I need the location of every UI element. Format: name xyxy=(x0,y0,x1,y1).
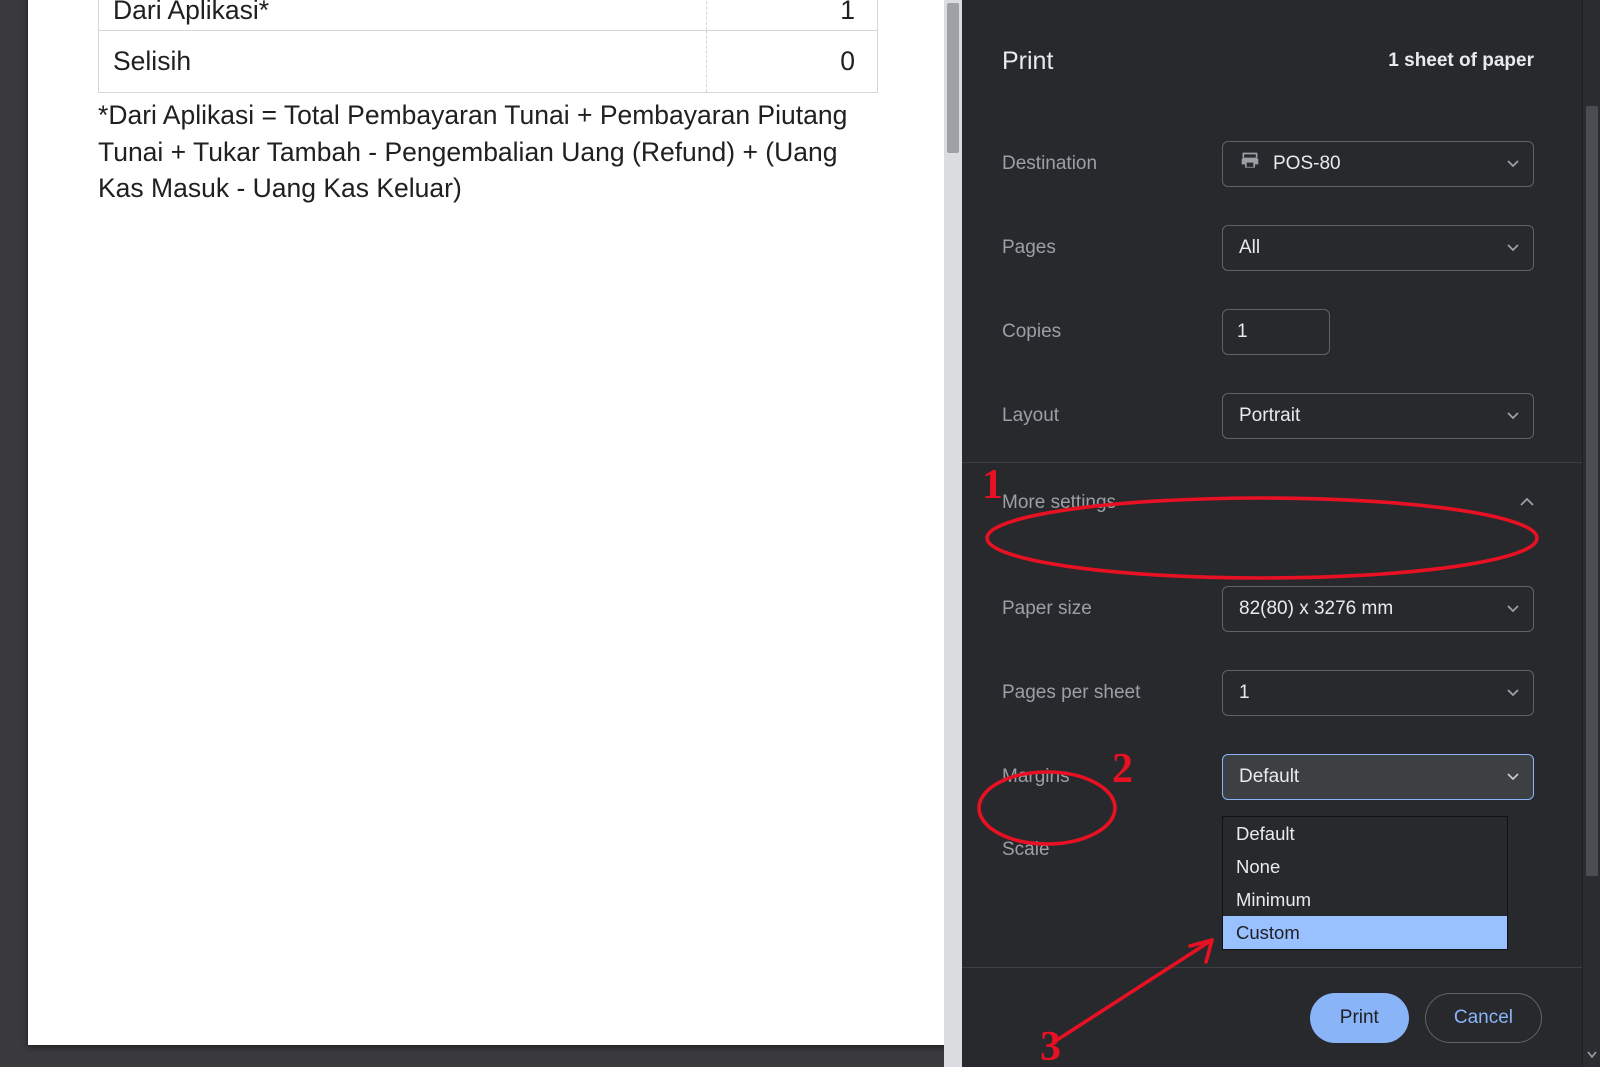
scroll-down-arrow-icon[interactable] xyxy=(1587,1047,1597,1065)
cancel-button[interactable]: Cancel xyxy=(1425,993,1542,1043)
caret-down-icon xyxy=(1507,160,1519,168)
pages-select[interactable]: All xyxy=(1222,225,1534,271)
table-row: Dari Aplikasi* 1 xyxy=(99,0,877,31)
row-pages-per-sheet: Pages per sheet 1 xyxy=(962,651,1582,735)
copies-input[interactable] xyxy=(1222,309,1330,355)
more-settings-label: More settings xyxy=(1002,492,1116,514)
cell-value: 0 xyxy=(707,46,877,77)
chevron-up-icon xyxy=(1520,494,1534,512)
margins-option-none[interactable]: None xyxy=(1223,850,1507,883)
copies-label: Copies xyxy=(1002,321,1222,343)
layout-label: Layout xyxy=(1002,405,1222,427)
destination-value: POS-80 xyxy=(1273,153,1341,175)
scrollbar-thumb[interactable] xyxy=(947,3,959,153)
panel-header: Print 1 sheet of paper xyxy=(962,0,1582,122)
margins-option-minimum[interactable]: Minimum xyxy=(1223,883,1507,916)
paper-size-value: 82(80) x 3276 mm xyxy=(1239,598,1393,620)
cell-value: 1 xyxy=(707,0,877,26)
panel-title: Print xyxy=(1002,47,1053,76)
layout-select[interactable]: Portrait xyxy=(1222,393,1534,439)
panel-scrollbar[interactable] xyxy=(1582,0,1600,1067)
margins-dropdown-menu: Default None Minimum Custom xyxy=(1222,816,1508,950)
paper-size-select[interactable]: 82(80) x 3276 mm xyxy=(1222,586,1534,632)
print-preview: Dari Aplikasi* 1 Selisih 0 *Dari Aplikas… xyxy=(0,0,962,1067)
margins-option-default[interactable]: Default xyxy=(1223,817,1507,850)
print-settings-panel: Print 1 sheet of paper Destination POS-8… xyxy=(962,0,1600,1067)
destination-select[interactable]: POS-80 xyxy=(1222,141,1534,187)
row-margins: Margins Default xyxy=(962,735,1582,819)
margins-value: Default xyxy=(1239,766,1299,788)
printer-icon xyxy=(1239,151,1261,177)
row-destination: Destination POS-80 xyxy=(962,122,1582,206)
more-settings-toggle[interactable]: More settings xyxy=(962,463,1582,543)
row-paper-size: Paper size 82(80) x 3276 mm xyxy=(962,567,1582,651)
scrollbar-thumb[interactable] xyxy=(1586,106,1598,876)
caret-down-icon xyxy=(1507,605,1519,613)
scale-label: Scale xyxy=(1002,839,1222,861)
paper-size-label: Paper size xyxy=(1002,598,1222,620)
footnote-text: *Dari Aplikasi = Total Pembayaran Tunai … xyxy=(98,93,878,207)
pages-per-sheet-value: 1 xyxy=(1239,682,1250,704)
row-copies: Copies xyxy=(962,290,1582,374)
row-pages: Pages All xyxy=(962,206,1582,290)
preview-scrollbar[interactable] xyxy=(944,0,962,1067)
cell-label: Selisih xyxy=(99,31,707,92)
print-button[interactable]: Print xyxy=(1310,993,1409,1043)
preview-page: Dari Aplikasi* 1 Selisih 0 *Dari Aplikas… xyxy=(28,0,948,1045)
panel-footer: Print Cancel xyxy=(962,967,1582,1067)
margins-option-custom[interactable]: Custom xyxy=(1223,916,1507,949)
margins-label: Margins xyxy=(1002,766,1222,788)
cell-label: Dari Aplikasi* xyxy=(99,0,707,30)
caret-down-icon xyxy=(1507,773,1519,781)
caret-down-icon xyxy=(1507,244,1519,252)
pages-per-sheet-select[interactable]: 1 xyxy=(1222,670,1534,716)
pages-label: Pages xyxy=(1002,237,1222,259)
pages-value: All xyxy=(1239,237,1260,259)
doc-table: Dari Aplikasi* 1 Selisih 0 xyxy=(98,0,878,93)
destination-label: Destination xyxy=(1002,153,1222,175)
margins-select[interactable]: Default xyxy=(1222,754,1534,800)
layout-value: Portrait xyxy=(1239,405,1300,427)
sheet-count: 1 sheet of paper xyxy=(1388,50,1534,72)
caret-down-icon xyxy=(1507,689,1519,697)
caret-down-icon xyxy=(1507,412,1519,420)
row-layout: Layout Portrait xyxy=(962,374,1582,458)
pages-per-sheet-label: Pages per sheet xyxy=(1002,682,1222,704)
table-row: Selisih 0 xyxy=(99,31,877,93)
